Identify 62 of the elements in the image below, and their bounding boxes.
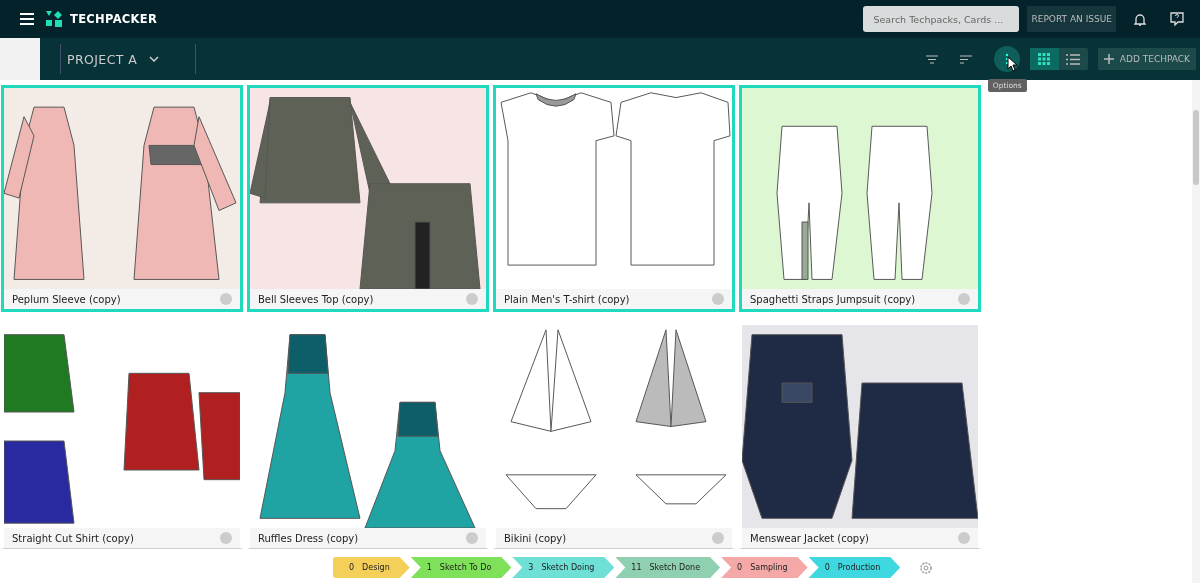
select-circle[interactable] [958,293,970,305]
stage-label: Production [837,563,881,572]
stage-chip[interactable]: 11 Sketch Done [615,557,721,578]
card-title: Bikini (copy) [504,532,567,544]
stage-label: Sketch To Do [439,563,492,572]
card-title: Bell Sleeves Top (copy) [258,293,374,305]
report-issue-button[interactable]: REPORT AN ISSUE [1027,6,1116,32]
bell-icon[interactable] [1134,12,1146,26]
sort-icon[interactable] [959,54,972,64]
stage-count: 3 [528,563,534,572]
techpack-card[interactable]: Menswear Jacket (copy) [739,322,981,549]
settings-icon[interactable] [919,560,934,575]
search-field[interactable]: Search Techpacks, Cards ... [863,6,1020,32]
stage-label: Sketch Done [649,563,701,572]
stage-count: 0 [349,563,355,572]
techpack-card[interactable]: Ruffles Dress (copy) [247,322,489,549]
stage-chip[interactable]: 0 Production [808,557,901,578]
stage-chip[interactable]: 1 Sketch To Do [410,557,512,578]
stage-count: 11 [631,563,642,572]
stage-count: 0 [824,563,830,572]
select-circle[interactable] [466,293,478,305]
sidebar-stub [0,38,40,80]
scrollbar[interactable] [1192,80,1200,583]
select-circle[interactable] [220,293,232,305]
app-name: TECHPACKER [70,12,158,26]
techpack-card[interactable]: Peplum Sleeve (copy) [1,85,243,312]
stage-chip[interactable]: 3 Sketch Doing [512,557,615,578]
techpack-card[interactable]: Straight Cut Shirt (copy) [1,322,243,549]
select-circle[interactable] [220,532,232,544]
card-title: Plain Men's T-shirt (copy) [504,293,630,305]
card-title: Spaghetti Straps Jumpsuit (copy) [750,293,916,305]
techpack-card[interactable]: Bell Sleeves Top (copy) [247,85,489,312]
logo-icon [46,11,62,27]
grid-icon [1038,53,1051,65]
stage-label: Design [362,563,390,572]
card-title: Peplum Sleeve (copy) [12,293,121,305]
mouse-cursor-icon [1006,56,1018,72]
stage-count: 0 [737,563,743,572]
stage-chip[interactable]: 0 Design [333,557,410,578]
filter-icon[interactable] [925,54,938,64]
menu-icon[interactable] [20,13,34,25]
plus-icon [1103,54,1114,64]
select-circle[interactable] [712,293,724,305]
stage-label: Sampling [750,563,788,572]
card-title: Straight Cut Shirt (copy) [12,532,134,544]
chevron-down-icon [149,56,160,62]
grid-view-button[interactable] [1029,48,1059,70]
techpack-card[interactable]: Spaghetti Straps Jumpsuit (copy) [739,85,981,312]
card-title: Ruffles Dress (copy) [258,532,359,544]
select-circle[interactable] [712,532,724,544]
project-dropdown[interactable]: PROJECT A [61,51,176,67]
stage-label: Sketch Doing [541,563,595,572]
card-title: Menswear Jacket (copy) [750,532,870,544]
add-techpack-button[interactable]: ADD TECHPACK [1097,48,1196,70]
stage-count: 1 [426,563,432,572]
help-chat-icon[interactable] [1170,12,1184,26]
list-icon [1066,53,1081,65]
techpack-card[interactable]: Plain Men's T-shirt (copy) [493,85,735,312]
stage-chip[interactable]: 0 Sampling [721,557,808,578]
select-circle[interactable] [958,532,970,544]
techpack-card[interactable]: Bikini (copy) [493,322,735,549]
select-circle[interactable] [466,532,478,544]
